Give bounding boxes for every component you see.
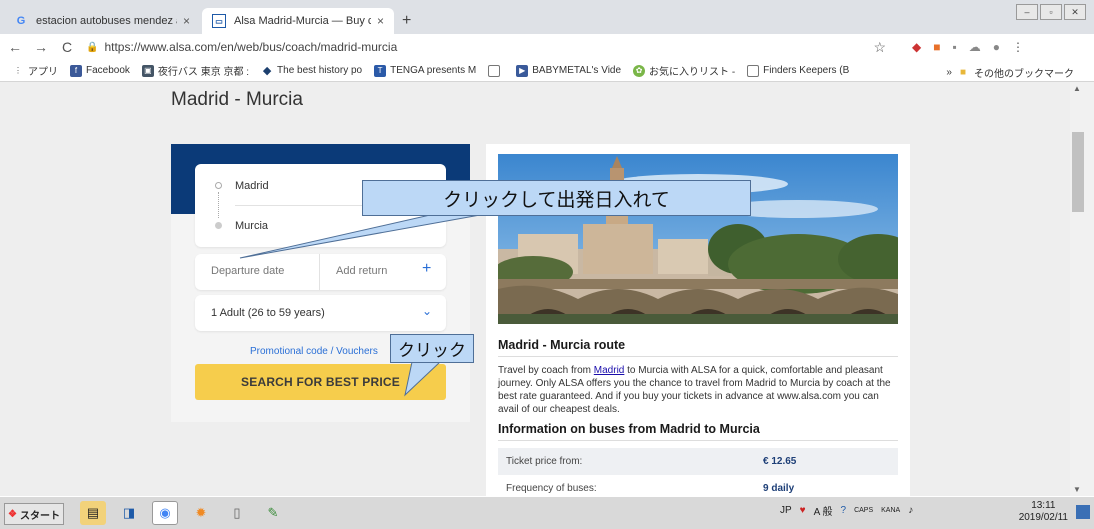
clock-date: 2019/02/11 [1018,512,1068,523]
clock[interactable]: 13:11 2019/02/11 [1019,500,1068,524]
clock-time: 13:11 [1031,500,1056,511]
start-button[interactable]: ❖ スタート [4,503,64,525]
start-label: スタート [19,510,60,522]
volume-icon[interactable]: ♪ [908,505,913,516]
windows-logo-icon: ❖ [8,508,17,520]
ime-language[interactable]: JP [780,505,792,516]
callout-pointers [239,214,481,397]
show-desktop-button[interactable] [1076,505,1090,519]
system-tray: JP ♥ A 般 ? CAPS KANA ♪ [780,503,913,518]
document-app-icon[interactable]: ▯ [224,501,250,525]
paint-app-icon[interactable]: ✎ [260,501,286,525]
caps-indicator: CAPS [854,507,874,514]
ime-mode[interactable]: A 般 [814,503,833,518]
settings-app-icon[interactable]: ✹ [188,501,214,525]
chrome-icon[interactable]: ◉ [152,501,178,525]
scroll-thumb[interactable] [1072,132,1084,212]
callout-click: クリック [390,334,474,363]
kana-indicator: KANA [881,507,901,514]
callout-departure-date: クリックして出発日入れて [362,180,751,216]
file-explorer-icon[interactable]: ▤ [80,501,106,525]
help-icon[interactable]: ? [841,505,847,516]
scroll-down-icon[interactable]: ▼ [1073,485,1081,494]
taskbar-apps: ▤ ◨ ◉ ✹ ▯ ✎ [80,501,286,525]
window-app-icon[interactable]: ◨ [116,501,142,525]
ime-icon[interactable]: ♥ [800,505,806,516]
page-scrollbar[interactable]: ▲ ▼ [1070,82,1094,496]
scroll-up-icon[interactable]: ▲ [1073,84,1081,93]
taskbar: ❖ スタート ▤ ◨ ◉ ✹ ▯ ✎ JP ♥ A 般 ? CAPS KANA … [0,496,1094,529]
